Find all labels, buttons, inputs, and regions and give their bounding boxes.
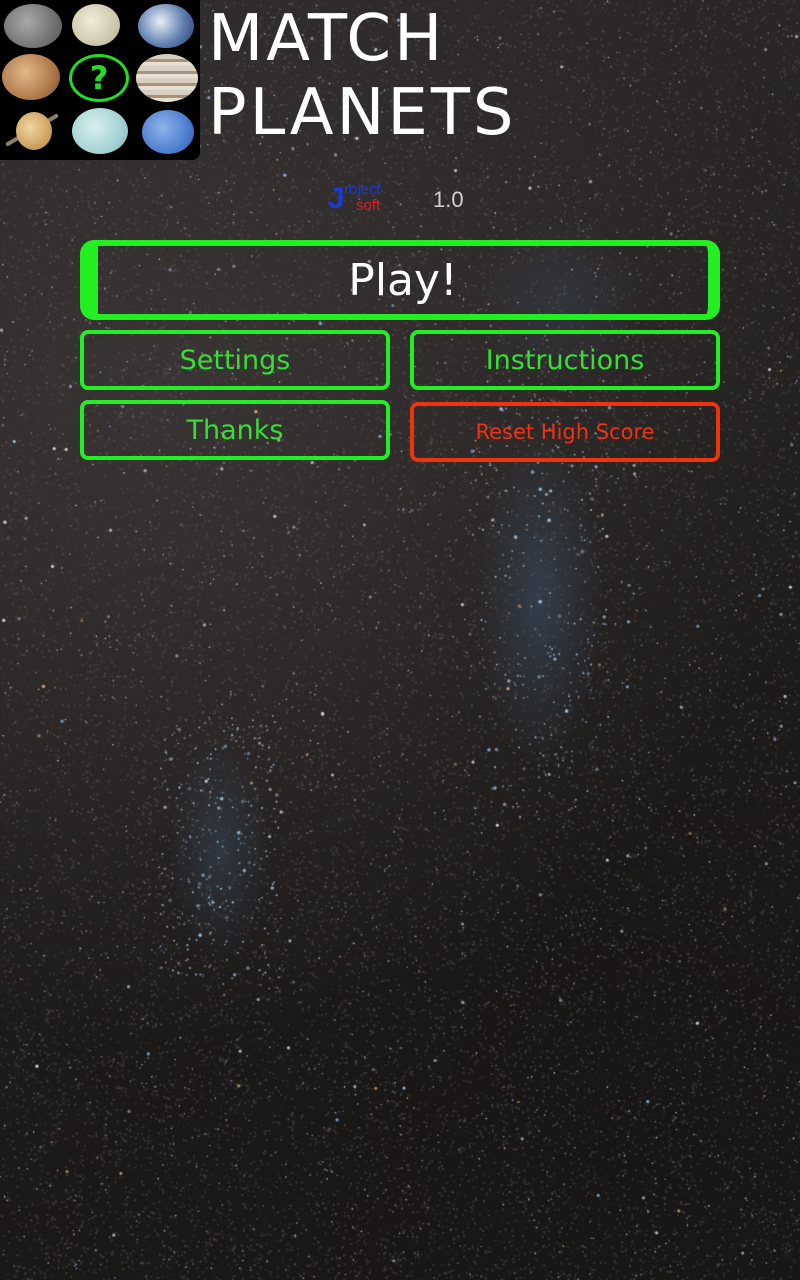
developer-logo: J roject soft <box>328 182 418 222</box>
uranus-icon <box>72 108 128 154</box>
question-mark-icon: ? <box>69 54 129 102</box>
play-button[interactable]: Play! <box>80 240 720 320</box>
mercury-icon <box>4 4 62 48</box>
planets-logo: ? <box>0 0 200 160</box>
settings-button-label: Settings <box>179 344 291 376</box>
brand-project: roject <box>344 181 381 198</box>
app-title: MATCH PLANETS <box>208 2 517 150</box>
neptune-icon <box>142 110 194 154</box>
earth-icon <box>138 4 194 48</box>
brand-j: J <box>328 182 345 215</box>
title-line-2: PLANETS <box>208 76 517 150</box>
play-button-label: Play! <box>348 254 458 306</box>
reset-high-score-label: Reset High Score <box>475 420 655 444</box>
mars-icon <box>2 54 60 100</box>
jupiter-icon <box>136 54 198 102</box>
instructions-button[interactable]: Instructions <box>410 330 720 390</box>
venus-icon <box>72 4 120 46</box>
thanks-button-label: Thanks <box>186 414 284 446</box>
version-label: 1.0 <box>433 187 464 212</box>
question-mark-glyph: ? <box>89 59 109 97</box>
instructions-button-label: Instructions <box>485 344 645 376</box>
reset-high-score-button[interactable]: Reset High Score <box>410 402 720 462</box>
title-line-1: MATCH <box>208 2 446 76</box>
brand-soft: soft <box>356 197 381 214</box>
thanks-button[interactable]: Thanks <box>80 400 390 460</box>
saturn-icon <box>16 112 52 150</box>
settings-button[interactable]: Settings <box>80 330 390 390</box>
